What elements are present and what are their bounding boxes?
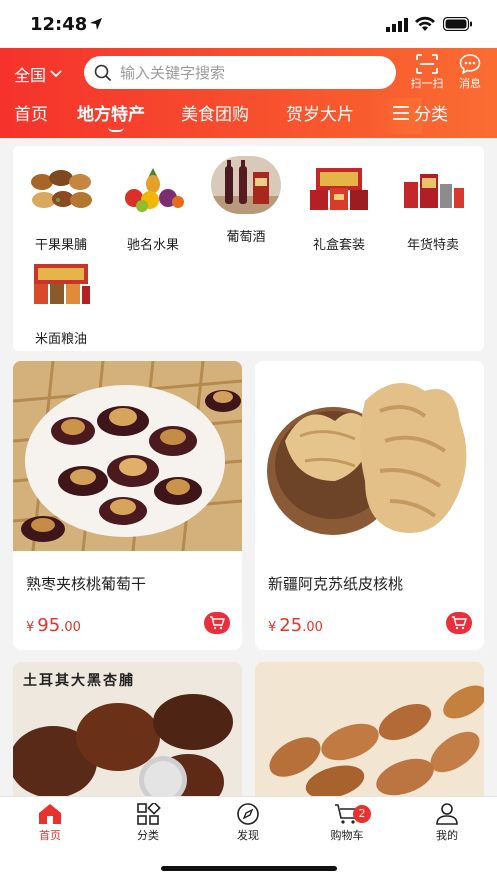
scan-icon <box>416 54 438 74</box>
product-price: ¥25.00 <box>268 615 323 636</box>
product-price: ¥95.00 <box>26 615 81 636</box>
nav-label: 发现 <box>237 829 259 842</box>
category-item-wine[interactable]: 葡萄酒 <box>206 156 286 245</box>
nav-category[interactable]: 分类 <box>108 803 188 843</box>
category-menu-button[interactable]: 分类 <box>392 100 448 125</box>
battery-icon <box>443 17 472 31</box>
category-label: 年货特卖 <box>406 238 459 253</box>
grain-oil-image <box>28 258 94 308</box>
gift-box-image <box>306 164 372 214</box>
category-item-fruit[interactable]: 驰名水果 <box>113 164 193 253</box>
category-label: 干果果脯 <box>34 238 87 253</box>
nav-label: 首页 <box>39 829 61 842</box>
region-label: 全国 <box>14 66 47 85</box>
tab-home[interactable]: 首页 <box>14 100 48 125</box>
category-item-dried-fruit[interactable]: 干果果脯 <box>21 164 101 253</box>
cart-count-badge: 2 <box>353 805 371 823</box>
message-bubble-icon <box>459 54 481 74</box>
active-tab-indicator <box>108 127 124 132</box>
status-bar: 12:48 <box>0 0 497 48</box>
status-time: 12:48 <box>30 14 88 35</box>
dates-walnut-image <box>13 361 242 552</box>
scan-label: 扫一扫 <box>410 77 444 90</box>
add-to-cart-button[interactable] <box>446 612 472 634</box>
compass-icon <box>237 803 259 825</box>
category-label: 米面粮油 <box>34 332 87 347</box>
product-card-almond[interactable] <box>255 662 484 796</box>
channel-tabs: 首页 地方特产 美食团购 贺岁大片 分类 <box>0 98 497 134</box>
region-selector[interactable]: 全国 <box>14 62 62 86</box>
search-box[interactable] <box>84 56 396 89</box>
user-icon <box>436 803 458 825</box>
search-icon <box>94 64 112 81</box>
category-item-new-year-goods[interactable]: 年货特卖 <box>393 164 473 253</box>
search-input[interactable] <box>120 63 370 82</box>
almond-image <box>255 662 484 796</box>
product-card-dates-walnut[interactable]: 熟枣夹核桃葡萄干 ¥95.00 <box>13 361 242 650</box>
dried-fruit-image <box>28 164 94 214</box>
tab-local-specialty[interactable]: 地方特产 <box>77 100 145 125</box>
tab-new-year-movies[interactable]: 贺岁大片 <box>286 100 354 125</box>
category-label: 驰名水果 <box>126 238 179 253</box>
product-card-apricot[interactable]: 土耳其大黑杏脯 <box>13 662 242 796</box>
cart-icon <box>452 616 467 630</box>
fruit-image <box>120 164 186 214</box>
nav-cart[interactable]: 购物车 2 <box>307 803 387 843</box>
cellular-signal-icon <box>386 18 408 32</box>
product-card-paper-walnut[interactable]: 新疆阿克苏纸皮核桃 ¥25.00 <box>255 361 484 650</box>
header: 全国 扫一扫 消息 首页 地方特产 美食团购 贺岁大片 分类 <box>0 48 497 138</box>
nav-discover[interactable]: 发现 <box>208 803 288 843</box>
nav-profile[interactable]: 我的 <box>407 803 487 843</box>
wifi-icon <box>415 16 435 31</box>
category-grid-icon <box>137 803 161 825</box>
location-arrow-icon <box>90 18 102 30</box>
tab-food-group-buy[interactable]: 美食团购 <box>181 100 249 125</box>
category-label: 礼盒套装 <box>312 238 365 253</box>
new-year-goods-image <box>400 164 466 214</box>
category-item-grain-oil[interactable]: 米面粮油 <box>21 258 101 347</box>
wine-image <box>211 156 281 214</box>
nav-label: 分类 <box>137 829 159 842</box>
product-name: 新疆阿克苏纸皮核桃 <box>268 575 404 593</box>
message-button[interactable]: 消息 <box>448 54 492 91</box>
add-to-cart-button[interactable] <box>204 612 230 634</box>
apricot-image: 土耳其大黑杏脯 <box>13 662 242 796</box>
product-name: 熟枣夹核桃葡萄干 <box>26 575 147 593</box>
chevron-down-icon <box>50 70 62 78</box>
category-menu-label: 分类 <box>414 105 448 125</box>
category-label: 葡萄酒 <box>226 230 266 245</box>
category-item-gift-box[interactable]: 礼盒套装 <box>299 164 379 253</box>
scan-button[interactable]: 扫一扫 <box>405 54 449 91</box>
message-label: 消息 <box>459 77 481 90</box>
nav-label: 购物车 <box>330 829 364 842</box>
category-card: 干果果脯 驰名水果 葡萄酒 礼盒套装 年货特卖 米面粮油 <box>13 146 484 351</box>
nav-label: 我的 <box>436 829 458 842</box>
nav-home[interactable]: 首页 <box>10 803 90 843</box>
home-icon <box>39 804 61 824</box>
menu-list-icon <box>393 105 409 120</box>
paper-walnut-image <box>255 361 484 551</box>
cart-icon <box>210 616 225 630</box>
apricot-image-caption: 土耳其大黑杏脯 <box>23 673 135 689</box>
home-indicator <box>161 866 337 871</box>
